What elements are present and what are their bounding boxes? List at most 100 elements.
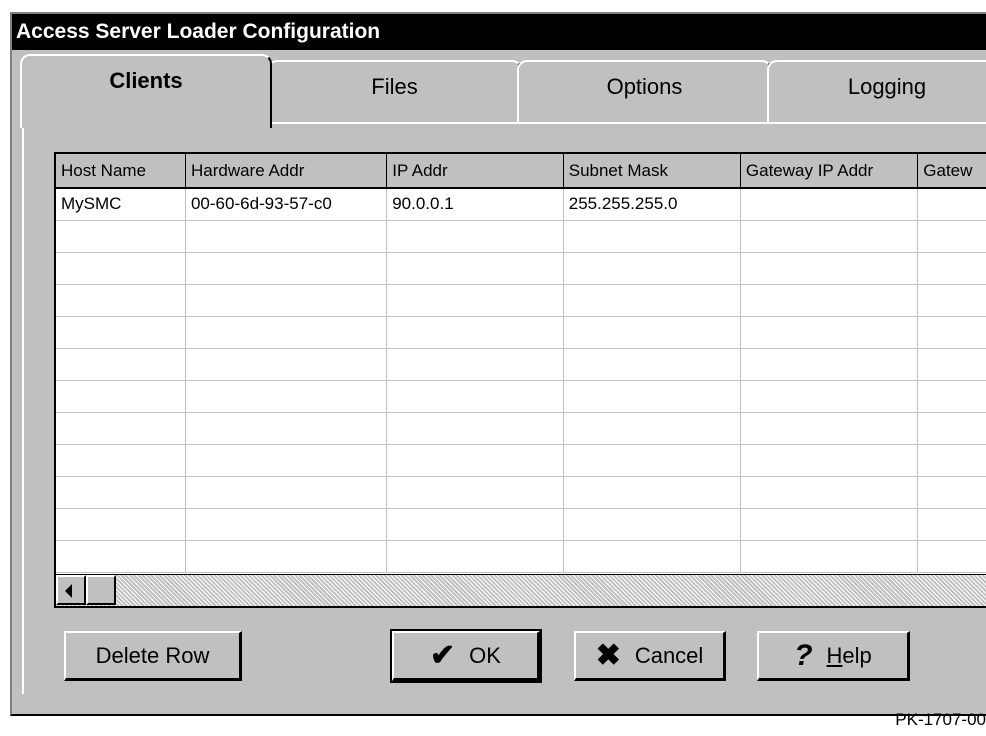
table-cell[interactable] — [185, 476, 388, 509]
table-row[interactable] — [56, 412, 986, 445]
table-cell[interactable] — [740, 540, 919, 573]
table-cell[interactable] — [740, 284, 919, 317]
table-cell[interactable] — [917, 508, 986, 541]
table-cell[interactable] — [185, 348, 388, 381]
table-cell[interactable] — [56, 316, 186, 349]
table-cell[interactable] — [185, 540, 388, 573]
table-cell[interactable] — [185, 508, 388, 541]
cancel-button[interactable]: ✖ Cancel — [574, 631, 726, 681]
table-cell[interactable] — [917, 540, 986, 573]
table-cell[interactable] — [563, 220, 741, 253]
table-cell[interactable] — [917, 316, 986, 349]
scroll-thumb[interactable] — [86, 575, 116, 605]
table-cell[interactable] — [740, 348, 919, 381]
delete-row-button[interactable]: Delete Row — [64, 631, 242, 681]
table-cell[interactable] — [917, 348, 986, 381]
table-cell[interactable] — [563, 284, 741, 317]
table-cell[interactable] — [185, 380, 388, 413]
table-row[interactable] — [56, 380, 986, 413]
table-cell[interactable] — [563, 444, 741, 477]
col-header-host-name[interactable]: Host Name — [56, 154, 186, 189]
help-button[interactable]: ? Help — [757, 631, 910, 681]
table-cell[interactable] — [740, 316, 919, 349]
table-cell[interactable] — [56, 508, 186, 541]
table-cell[interactable]: 00-60-6d-93-57-c0 — [185, 188, 388, 221]
table-cell[interactable] — [740, 252, 919, 285]
table-cell[interactable] — [917, 380, 986, 413]
table-cell[interactable] — [917, 476, 986, 509]
table-cell[interactable]: 255.255.255.0 — [563, 188, 741, 221]
table-cell[interactable] — [386, 252, 564, 285]
table-cell[interactable] — [386, 220, 564, 253]
table-cell[interactable] — [740, 380, 919, 413]
ok-button[interactable]: ✔ OK — [390, 629, 542, 683]
table-cell[interactable] — [740, 188, 919, 221]
table-row[interactable] — [56, 252, 986, 285]
table-cell[interactable] — [185, 252, 388, 285]
table-cell[interactable] — [386, 284, 564, 317]
table-cell[interactable] — [917, 220, 986, 253]
table-cell[interactable] — [386, 476, 564, 509]
table-cell[interactable] — [740, 508, 919, 541]
tab-files[interactable]: Files — [267, 60, 522, 122]
table-row[interactable] — [56, 220, 986, 253]
table-cell[interactable] — [386, 380, 564, 413]
table-cell[interactable] — [563, 348, 741, 381]
table-row[interactable]: MySMC 00-60-6d-93-57-c0 90.0.0.1 255.255.25… — [56, 188, 986, 221]
tab-logging[interactable]: Logging — [767, 60, 986, 122]
table-cell[interactable] — [386, 316, 564, 349]
table-cell[interactable] — [740, 412, 919, 445]
table-row[interactable] — [56, 316, 986, 349]
tab-options[interactable]: Options — [517, 60, 772, 122]
table-cell[interactable] — [56, 412, 186, 445]
table-cell[interactable] — [917, 412, 986, 445]
table-cell[interactable] — [185, 220, 388, 253]
table-cell[interactable] — [56, 252, 186, 285]
table-cell[interactable] — [185, 284, 388, 317]
table-cell[interactable] — [563, 508, 741, 541]
col-header-subnet-mask[interactable]: Subnet Mask — [563, 154, 741, 189]
col-header-hardware-addr[interactable]: Hardware Addr — [185, 154, 388, 189]
table-cell[interactable] — [56, 444, 186, 477]
table-cell[interactable] — [917, 252, 986, 285]
table-cell[interactable] — [917, 284, 986, 317]
table-cell[interactable] — [563, 380, 741, 413]
horizontal-scrollbar[interactable] — [56, 574, 986, 606]
table-cell[interactable] — [386, 540, 564, 573]
table-cell[interactable] — [56, 540, 186, 573]
table-cell[interactable] — [740, 444, 919, 477]
table-cell[interactable] — [740, 476, 919, 509]
table-cell[interactable] — [56, 380, 186, 413]
table-cell[interactable] — [56, 284, 186, 317]
col-header-ip-addr[interactable]: IP Addr — [386, 154, 564, 189]
table-cell[interactable] — [185, 444, 388, 477]
table-cell[interactable] — [740, 220, 919, 253]
table-cell[interactable] — [56, 348, 186, 381]
clients-grid[interactable]: Host Name Hardware Addr IP Addr Subnet M… — [54, 152, 986, 608]
tab-clients[interactable]: Clients — [20, 54, 272, 128]
table-row[interactable] — [56, 348, 986, 381]
table-row[interactable] — [56, 476, 986, 509]
table-cell[interactable] — [386, 444, 564, 477]
col-header-gateway-ip-addr[interactable]: Gateway IP Addr — [740, 154, 919, 189]
col-header-gateway[interactable]: Gatew — [917, 154, 986, 189]
table-cell[interactable] — [386, 508, 564, 541]
table-cell[interactable] — [563, 412, 741, 445]
table-cell[interactable] — [563, 316, 741, 349]
table-cell[interactable] — [386, 348, 564, 381]
table-cell[interactable]: 90.0.0.1 — [386, 188, 564, 221]
table-cell[interactable] — [563, 540, 741, 573]
table-cell[interactable] — [185, 316, 388, 349]
table-cell[interactable] — [563, 252, 741, 285]
table-cell[interactable] — [563, 476, 741, 509]
table-cell[interactable] — [56, 476, 186, 509]
scroll-left-button[interactable] — [56, 575, 86, 605]
table-row[interactable] — [56, 444, 986, 477]
table-row[interactable] — [56, 284, 986, 317]
table-row[interactable] — [56, 540, 986, 573]
table-cell[interactable] — [386, 412, 564, 445]
table-cell[interactable] — [56, 220, 186, 253]
table-cell[interactable] — [917, 444, 986, 477]
table-cell[interactable] — [917, 188, 986, 221]
table-cell[interactable]: MySMC — [56, 188, 186, 221]
